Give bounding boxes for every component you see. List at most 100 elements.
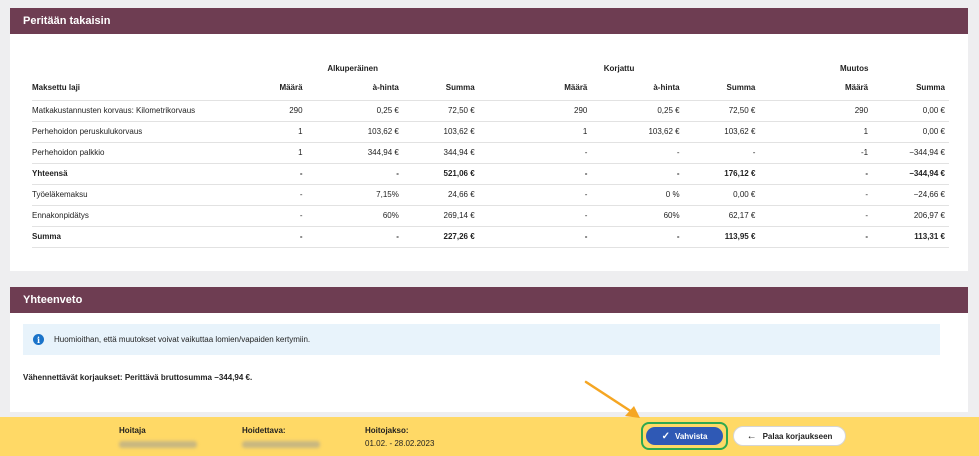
table-cell: 0,00 € <box>683 184 760 206</box>
row-label: Summa <box>32 226 227 248</box>
group-change: Muutos <box>839 63 869 73</box>
period-value: 01.02. - 28.02.2023 <box>365 439 435 448</box>
table-cell: 0,00 € <box>872 121 949 143</box>
table-cell: 0,25 € <box>591 100 684 122</box>
table-cell: 1 <box>759 121 873 143</box>
table-cell: 206,97 € <box>872 205 949 227</box>
column-header: Summa <box>402 76 479 101</box>
confirm-button-label: Vahvista <box>674 431 708 441</box>
row-label: Perhehoidon peruskulukorvaus <box>32 121 227 143</box>
column-header: Määrä <box>759 76 873 101</box>
table-cell: 0,25 € <box>306 100 403 122</box>
table-cell: 60% <box>591 205 684 227</box>
column-header: à-hinta <box>591 76 684 101</box>
table-cell: 290 <box>226 100 307 122</box>
table-cell: - <box>478 184 592 206</box>
period-label: Hoitojakso: <box>365 426 409 435</box>
table-cell: 0 % <box>591 184 684 206</box>
table-cell: −344,94 € <box>872 142 949 164</box>
table-cell: - <box>759 184 873 206</box>
group-original: Alkuperäinen <box>327 63 378 73</box>
table-cell: 72,50 € <box>402 100 479 122</box>
table-cell: 103,62 € <box>683 121 760 143</box>
recover-table: Alkuperäinen Korjattu Muutos Maksettu la… <box>32 60 949 248</box>
table-cell: - <box>226 184 307 206</box>
table-cell: 103,62 € <box>402 121 479 143</box>
recover-panel-title: Peritään takaisin <box>10 8 968 34</box>
summary-panel-title: Yhteenveto <box>10 287 968 313</box>
arrow-left-icon: ← <box>746 430 757 442</box>
info-icon: i <box>33 334 44 345</box>
table-cell: - <box>478 226 592 248</box>
table-cell: - <box>226 205 307 227</box>
table-cell: - <box>306 226 403 248</box>
table-cell: 1 <box>478 121 592 143</box>
table-cell: - <box>478 205 592 227</box>
column-header: Määrä <box>226 76 307 101</box>
table-cell: 1 <box>226 121 307 143</box>
table-cell: 0,00 € <box>872 100 949 122</box>
table-cell: 521,06 € <box>402 163 479 185</box>
table-cell: 344,94 € <box>402 142 479 164</box>
pointer-arrow-icon <box>584 380 640 418</box>
table-cell: - <box>478 163 592 185</box>
table-cell: 1 <box>226 142 307 164</box>
row-label: Yhteensä <box>32 163 227 185</box>
table-cell: 60% <box>306 205 403 227</box>
table-cell: 290 <box>759 100 873 122</box>
info-notice: i Huomioithan, että muutokset voivat vai… <box>23 324 940 355</box>
table-row: Matkakustannusten korvaus: Kilometrikorv… <box>32 100 949 122</box>
table-cell: 62,17 € <box>683 205 760 227</box>
group-corrected: Korjattu <box>603 63 635 73</box>
column-header: Summa <box>872 76 949 101</box>
table-cell: 176,12 € <box>683 163 760 185</box>
caregiver-label: Hoitaja <box>119 426 146 435</box>
table-cell: - <box>591 142 684 164</box>
table-cell: -1 <box>759 142 873 164</box>
table-cell: - <box>759 163 873 185</box>
table-cell: 113,31 € <box>872 226 949 248</box>
row-label: Matkakustannusten korvaus: Kilometrikorv… <box>32 100 227 122</box>
row-label: Ennakonpidätys <box>32 205 227 227</box>
table-cell: −344,94 € <box>872 163 949 185</box>
table-cell: - <box>226 226 307 248</box>
table-cell: 269,14 € <box>402 205 479 227</box>
table-cell: 344,94 € <box>306 142 403 164</box>
table-cell: 24,66 € <box>402 184 479 206</box>
back-to-correction-button[interactable]: ← Palaa korjaukseen <box>733 426 846 446</box>
table-cell: - <box>591 226 684 248</box>
care-recipient-name-redacted <box>242 441 320 448</box>
caregiver-name-redacted <box>119 441 197 448</box>
back-button-label: Palaa korjaukseen <box>762 431 833 441</box>
table-cell: 227,26 € <box>402 226 479 248</box>
confirm-button[interactable]: ✓ Vahvista <box>646 427 723 445</box>
care-recipient-label: Hoidettava: <box>242 426 286 435</box>
row-label: Perhehoidon palkkio <box>32 142 227 164</box>
care-period-info: Hoitojakso: 01.02. - 28.02.2023 <box>365 426 434 448</box>
column-header: Summa <box>683 76 760 101</box>
caregiver-info: Hoitaja <box>119 426 197 450</box>
confirm-button-highlight: ✓ Vahvista <box>641 422 728 450</box>
table-cell: - <box>759 226 873 248</box>
summary-panel: Yhteenveto i Huomioithan, että muutokset… <box>10 287 968 412</box>
table-row: Työeläkemaksu -7,15% 24,66 € -0 % 0,00 € - −24… <box>32 184 949 206</box>
table-cell: 7,15% <box>306 184 403 206</box>
table-cell: - <box>591 163 684 185</box>
table-cell: - <box>478 142 592 164</box>
table-cell: - <box>226 163 307 185</box>
column-header: Määrä <box>478 76 592 101</box>
recover-panel: Peritään takaisin Alkuperäinen Korjattu … <box>10 8 968 271</box>
table-cell: −24,66 € <box>872 184 949 206</box>
table-row: Yhteensä - -521,06 € - -176,12 € - −344,94 € <box>32 163 949 185</box>
info-text: Huomioithan, että muutokset voivat vaiku… <box>54 335 311 344</box>
care-recipient-info: Hoidettava: <box>242 426 320 450</box>
table-cell: 72,50 € <box>683 100 760 122</box>
table-cell: 113,95 € <box>683 226 760 248</box>
table-cell: 103,62 € <box>306 121 403 143</box>
table-row: Perhehoidon peruskulukorvaus 1 103,62 €103… <box>32 121 949 143</box>
table-cell: 290 <box>478 100 592 122</box>
table-cell: - <box>306 163 403 185</box>
check-icon: ✓ <box>661 430 670 442</box>
row-label: Työeläkemaksu <box>32 184 227 206</box>
table-cell: - <box>683 142 760 164</box>
